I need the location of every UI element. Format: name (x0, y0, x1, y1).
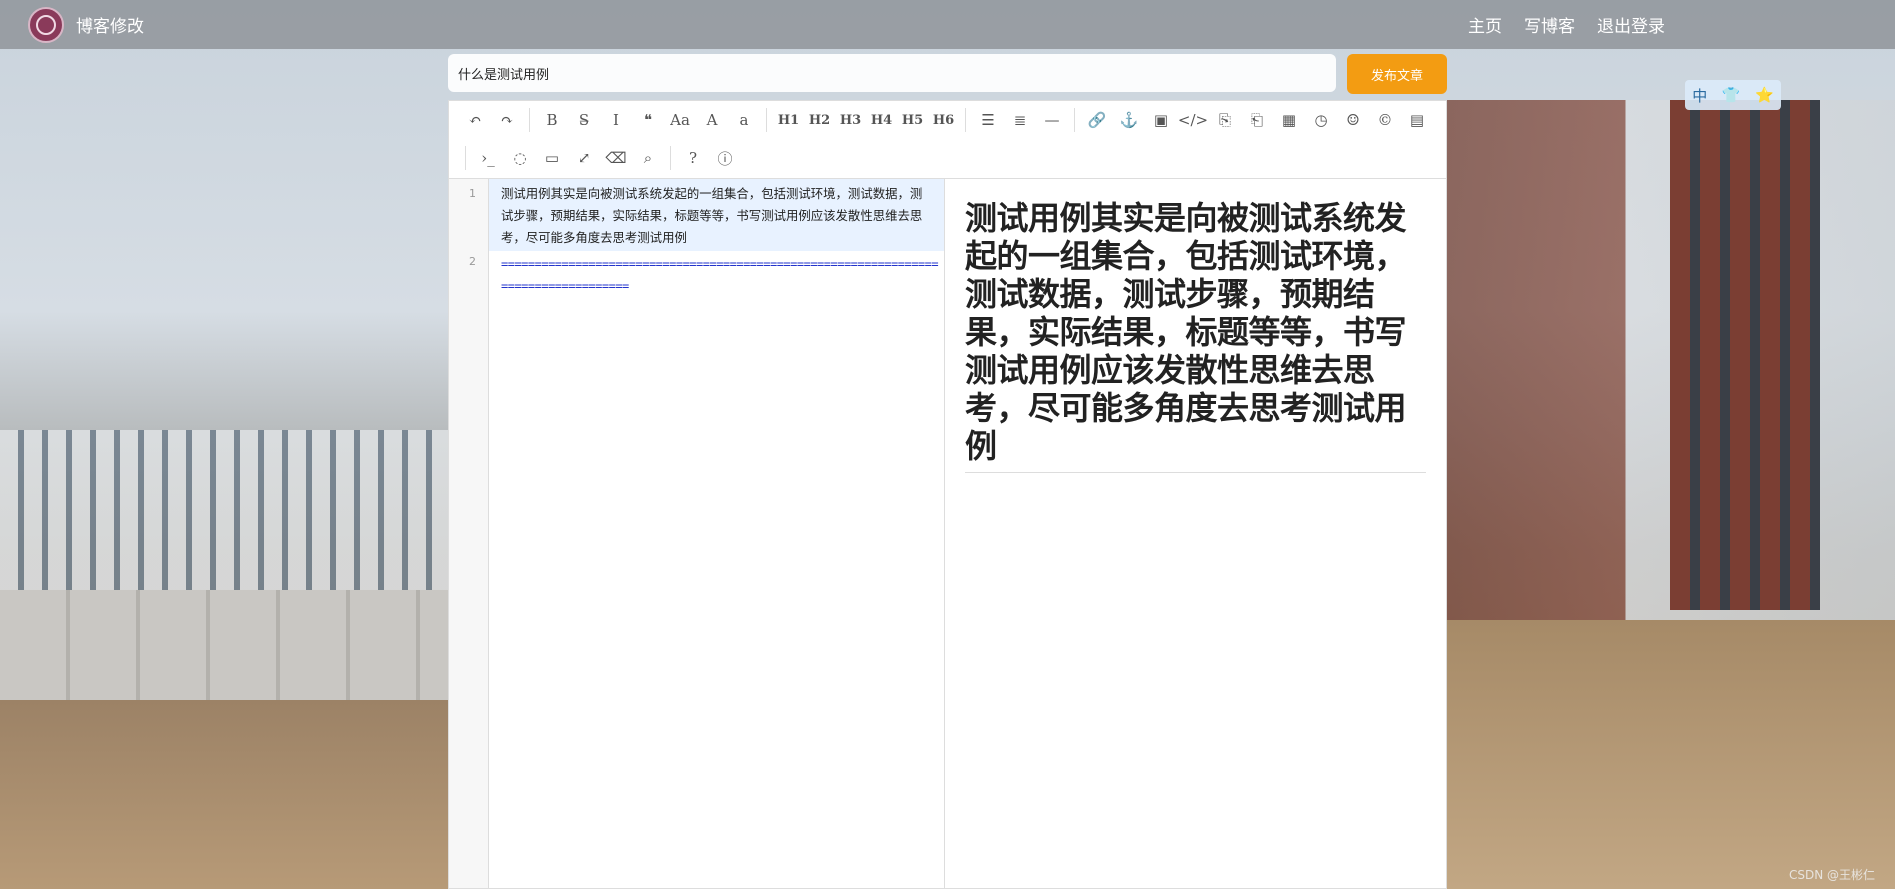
code-line[interactable]: 测试用例其实是向被测试系统发起的一组集合，包括测试环境，测试数据，测试步骤，预期… (489, 179, 944, 251)
h5-icon[interactable]: H5 (897, 105, 928, 135)
redo-icon[interactable]: ↷ (491, 105, 523, 135)
watermark: CSDN @王彬仁 (1788, 868, 1875, 882)
markdown-editor: ↶ ↷ B S̶ I ❝ Aa Aa H1 H2 H3 H4 H5 H6 ☰ ≣ — 🔗 ⚓ ▣ </> ⎘ ⎗ ▦ ◷ ☺ © ▤ … (448, 100, 1447, 889)
background-tower (1670, 100, 1820, 610)
toolbar-row-1: ↶ ↷ B S̶ I ❝ Aa Aa H1 H2 H3 H4 H5 H6 ☰ ≣ — 🔗 ⚓ ▣ </> ⎘ ⎗ ▦ ◷ ☺ © ▤ (459, 102, 1433, 138)
unordered-list-icon[interactable]: ☰ (972, 105, 1004, 135)
code-block-icon[interactable]: ⎗ (1241, 105, 1273, 135)
undo-icon[interactable]: ↶ (459, 105, 491, 135)
quote-icon[interactable]: ❝ (632, 105, 664, 135)
fullscreen-icon[interactable]: ⤢ (568, 143, 600, 173)
html-entities-icon[interactable]: © (1369, 105, 1401, 135)
line-number-gutter: 1 2 (449, 179, 489, 888)
emoji-icon[interactable]: ☺ (1337, 105, 1369, 135)
preformatted-icon[interactable]: ⎘ (1209, 105, 1241, 135)
h6-icon[interactable]: H6 (928, 105, 959, 135)
info-icon[interactable]: ⓘ (709, 143, 741, 173)
publish-button[interactable]: 发布文章 (1347, 54, 1447, 94)
background-grass-left (0, 700, 448, 889)
toolbar-separator (1074, 108, 1075, 132)
watch-icon[interactable]: ▭ (536, 143, 568, 173)
editor-toolbar: ↶ ↷ B S̶ I ❝ Aa Aa H1 H2 H3 H4 H5 H6 ☰ ≣ — 🔗 ⚓ ▣ </> ⎘ ⎗ ▦ ◷ ☺ © ▤ … (449, 101, 1446, 179)
code-editor[interactable]: 测试用例其实是向被测试系统发起的一组集合，包括测试环境，测试数据，测试步骤，预期… (489, 179, 945, 888)
nav-link-home[interactable]: 主页 (1468, 12, 1502, 37)
h3-icon[interactable]: H3 (835, 105, 866, 135)
star-icon[interactable]: ⭐ (1755, 86, 1774, 104)
line-number: 1 (469, 187, 476, 200)
ordered-list-icon[interactable]: ≣ (1004, 105, 1036, 135)
uppercase-icon[interactable]: Aa (664, 105, 696, 135)
anchor-icon[interactable]: ⚓ (1113, 105, 1145, 135)
toolbar-separator (766, 108, 767, 132)
nav-links: 主页 写博客 退出登录 (1468, 0, 1665, 49)
pagebreak-icon[interactable]: ▤ (1401, 105, 1433, 135)
toolbar-separator (670, 146, 671, 170)
link-icon[interactable]: 🔗 (1081, 105, 1113, 135)
markdown-preview: 测试用例其实是向被测试系统发起的一组集合，包括测试环境，测试数据，测试步骤，预期… (945, 179, 1446, 888)
nav-link-logout[interactable]: 退出登录 (1597, 12, 1665, 37)
code-line[interactable]: ========================================… (501, 253, 941, 297)
background-wall-left (0, 590, 448, 705)
preview-heading: 测试用例其实是向被测试系统发起的一组集合，包括测试环境，测试数据，测试步骤，预期… (965, 199, 1426, 473)
lowercase-icon[interactable]: a (728, 105, 760, 135)
h4-icon[interactable]: H4 (866, 105, 897, 135)
code-icon[interactable]: </> (1177, 105, 1209, 135)
background-building-left (0, 430, 448, 600)
toolbar-separator (965, 108, 966, 132)
line-number: 2 (469, 255, 476, 268)
top-navbar: 博客修改 主页 写博客 退出登录 (0, 0, 1895, 49)
nav-link-write-blog[interactable]: 写博客 (1524, 12, 1575, 37)
language-toggle[interactable]: 中 (1692, 85, 1707, 106)
italic-icon[interactable]: I (600, 105, 632, 135)
hr-icon[interactable]: — (1036, 105, 1068, 135)
brand-title: 博客修改 (76, 17, 144, 37)
hide-preview-icon[interactable]: ◌ (504, 143, 536, 173)
toolbar-separator (465, 146, 466, 170)
h1-icon[interactable]: H1 (773, 105, 804, 135)
datetime-icon[interactable]: ◷ (1305, 105, 1337, 135)
h2-icon[interactable]: H2 (804, 105, 835, 135)
toolbar-row-2: ›_ ◌ ▭ ⤢ ⌫ ⌕? ⓘ (459, 140, 741, 176)
title-input[interactable] (448, 54, 1336, 92)
floating-widget: 中 👕 ⭐ (1685, 80, 1781, 110)
title-row: 发布文章 (448, 54, 1447, 94)
search-icon[interactable]: ⌕ (632, 143, 664, 173)
logo-icon (28, 6, 64, 43)
table-icon[interactable]: ▦ (1273, 105, 1305, 135)
skin-icon[interactable]: 👕 (1722, 86, 1741, 104)
editor-panes: 1 2 测试用例其实是向被测试系统发起的一组集合，包括测试环境，测试数据，测试步… (449, 179, 1446, 888)
background-grass-right (1446, 620, 1895, 889)
image-icon[interactable]: ▣ (1145, 105, 1177, 135)
help-icon[interactable]: ? (677, 143, 709, 173)
uppercase-all-icon[interactable]: A (696, 105, 728, 135)
bold-icon[interactable]: B (536, 105, 568, 135)
strikethrough-icon[interactable]: S̶ (568, 105, 600, 135)
goto-line-icon[interactable]: ›_ (472, 143, 504, 173)
clear-icon[interactable]: ⌫ (600, 143, 632, 173)
toolbar-separator (529, 108, 530, 132)
